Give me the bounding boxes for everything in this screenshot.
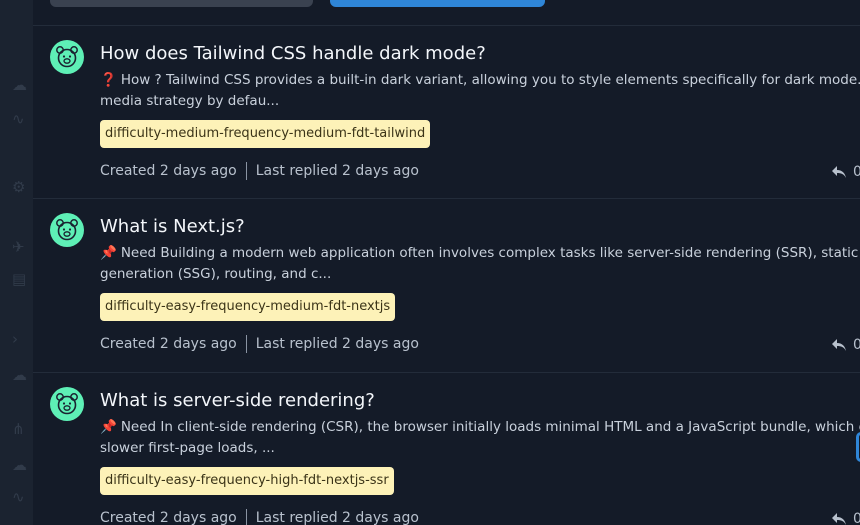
chart-icon[interactable]: ∿ — [12, 110, 30, 128]
last-replied: Last replied 2 days ago — [255, 510, 419, 525]
reply-count-value: 0 — [853, 164, 860, 180]
code-icon[interactable]: › — [12, 330, 30, 348]
table-icon[interactable]: ▤ — [12, 270, 30, 288]
post-excerpt: 📌 Need Building a modern web application … — [100, 243, 860, 285]
excerpt-line: generation (SSG), routing, and c... — [100, 266, 332, 282]
post-meta: Created 2 days ago Last replied 2 days a… — [100, 509, 419, 525]
post-title[interactable]: What is server-side rendering? — [100, 390, 375, 411]
created-date: Created 2 days ago — [100, 163, 237, 179]
tag-badge[interactable]: difficulty-easy-frequency-medium-fdt-nex… — [100, 293, 396, 321]
avatar[interactable] — [50, 387, 84, 421]
cloud-icon[interactable]: ☁ — [12, 366, 30, 384]
excerpt-line: Need In client-side rendering (CSR), the… — [120, 419, 860, 435]
post-card[interactable]: What is server-side rendering? 📌 Need In … — [33, 372, 860, 525]
primary-button[interactable] — [330, 0, 545, 7]
excerpt-line: slower first-page loads, ... — [100, 440, 275, 456]
tag-badge[interactable]: difficulty-medium-frequency-medium-fdt-t… — [100, 120, 431, 148]
post-card[interactable]: How does Tailwind CSS handle dark mode? … — [33, 25, 860, 198]
last-replied: Last replied 2 days ago — [255, 163, 419, 179]
post-title[interactable]: How does Tailwind CSS handle dark mode? — [100, 43, 486, 64]
cloud-icon[interactable]: ☁ — [12, 76, 30, 94]
post-title[interactable]: What is Next.js? — [100, 216, 245, 237]
reply-icon — [832, 339, 846, 351]
excerpt-line: media strategy by defau... — [100, 93, 280, 109]
post-meta: Created 2 days ago Last replied 2 days a… — [100, 335, 419, 353]
post-meta: Created 2 days ago Last replied 2 days a… — [100, 162, 419, 180]
question-icon: ❓ — [100, 72, 117, 88]
reply-count[interactable]: 0 — [831, 511, 860, 525]
reply-icon — [832, 166, 846, 178]
pin-icon: 📌 — [100, 245, 117, 261]
chart-icon[interactable]: ∿ — [12, 488, 30, 506]
avatar[interactable] — [50, 40, 84, 74]
reply-count[interactable]: 0 — [831, 337, 860, 353]
last-replied: Last replied 2 days ago — [255, 336, 419, 352]
reply-count-value: 0 — [853, 511, 860, 525]
divider — [245, 162, 247, 180]
cloud-icon[interactable]: ☁ — [12, 456, 30, 474]
network-icon[interactable]: ⋔ — [12, 420, 30, 438]
bear-icon — [56, 393, 78, 415]
tag-badge[interactable]: difficulty-easy-frequency-high-fdt-nextj… — [100, 467, 394, 495]
excerpt-line: Need Building a modern web application o… — [120, 245, 860, 261]
gear-icon[interactable]: ⚙ — [12, 178, 30, 196]
pin-icon[interactable]: ✈ — [12, 238, 30, 256]
reply-count-value: 0 — [853, 337, 860, 353]
reply-icon — [832, 513, 846, 525]
post-excerpt: ❓ How ? Tailwind CSS provides a built-in … — [100, 70, 860, 112]
excerpt-line: How ? Tailwind CSS provides a built-in d… — [120, 72, 860, 88]
bear-icon — [56, 46, 78, 68]
reply-count[interactable]: 0 — [831, 164, 860, 180]
post-card[interactable]: What is Next.js? 📌 Need Building a modern… — [33, 198, 860, 371]
post-list: How does Tailwind CSS handle dark mode? … — [33, 0, 860, 525]
floating-button-edge[interactable] — [856, 432, 860, 462]
created-date: Created 2 days ago — [100, 336, 237, 352]
secondary-button[interactable] — [50, 0, 313, 7]
bear-icon — [56, 219, 78, 241]
avatar[interactable] — [50, 213, 84, 247]
divider — [245, 509, 247, 525]
sidebar: ☁ ∿ ⚙ ✈ ▤ › ☁ ⋔ ☁ ∿ — [0, 0, 33, 525]
pin-icon: 📌 — [100, 419, 117, 435]
created-date: Created 2 days ago — [100, 510, 237, 525]
post-excerpt: 📌 Need In client-side rendering (CSR), th… — [100, 417, 860, 459]
divider — [245, 335, 247, 353]
